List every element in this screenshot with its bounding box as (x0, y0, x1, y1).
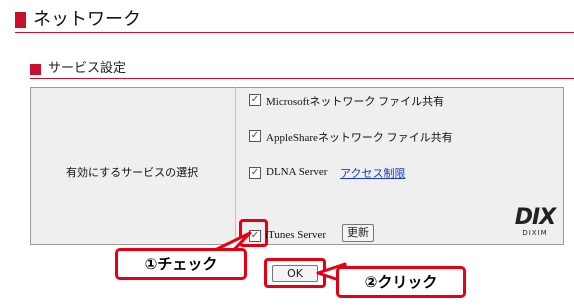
click-callout: ②クリック (336, 266, 466, 298)
callout-arrows (211, 231, 347, 284)
check-callout: ①チェック (115, 248, 247, 280)
